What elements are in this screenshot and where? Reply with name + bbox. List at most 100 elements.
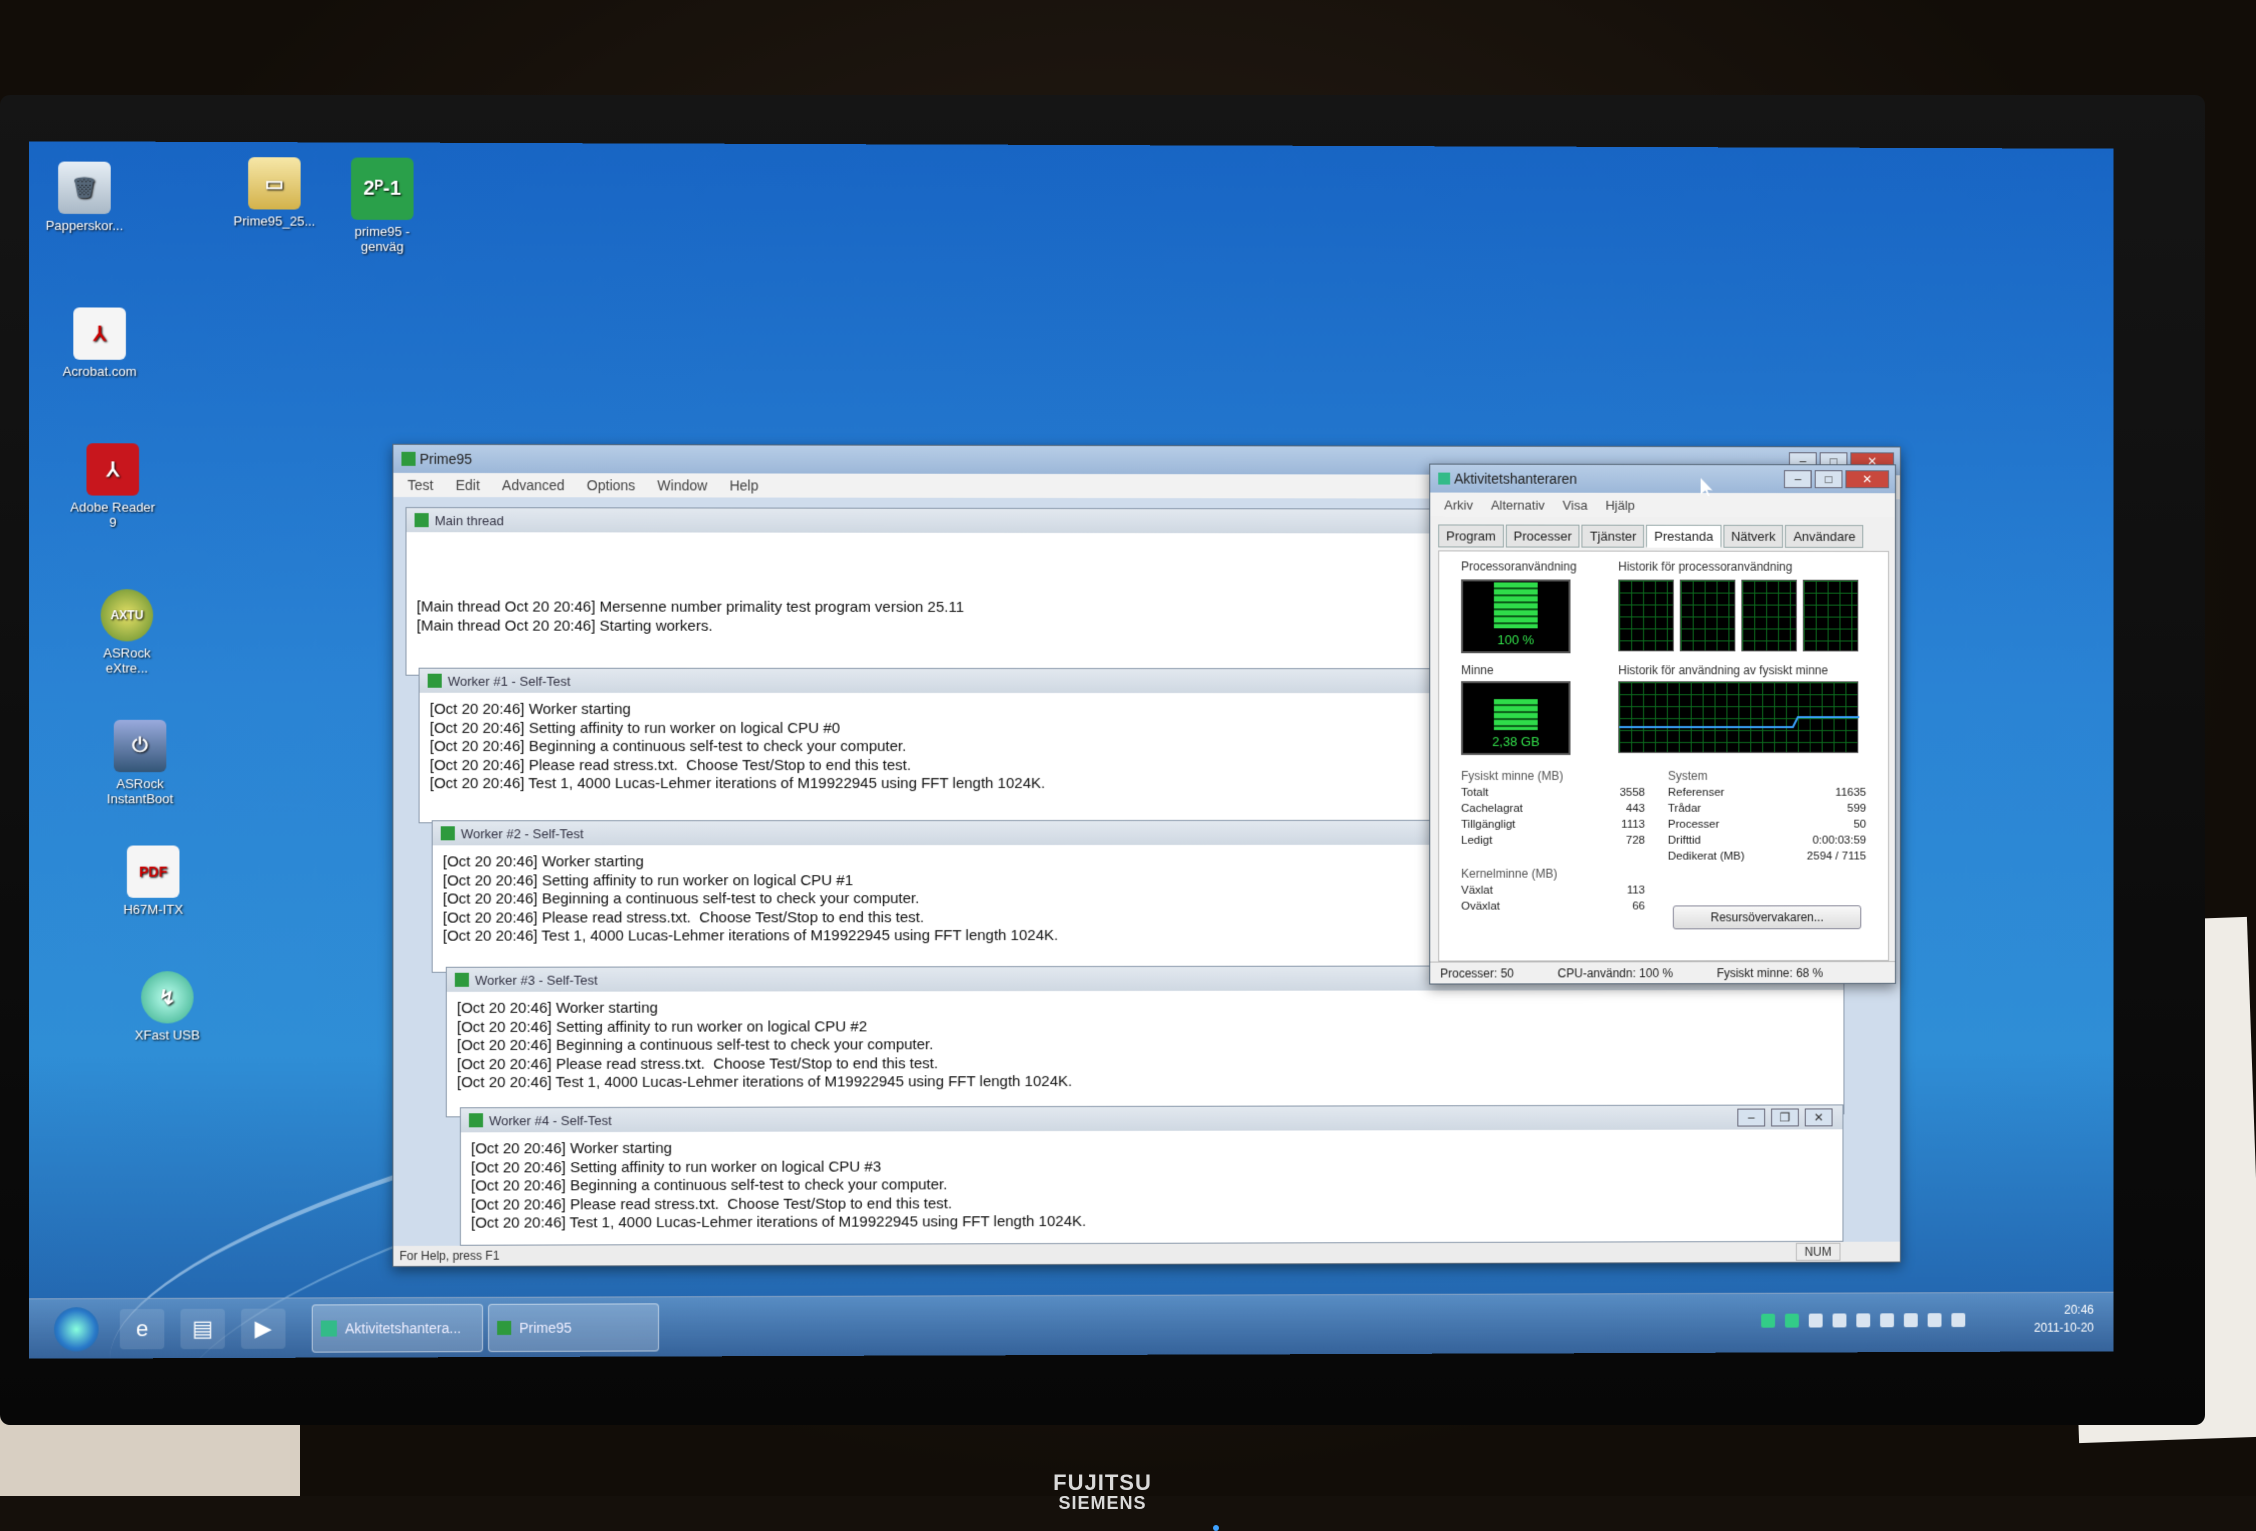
system-row: Trådar 599 — [1667, 802, 1867, 815]
asrock-extreme-icon[interactable]: AXTU ASRock eXtre... — [71, 589, 182, 676]
tray-network-icon[interactable] — [1880, 1313, 1894, 1328]
prime95-app-icon — [401, 451, 416, 466]
clock[interactable]: 20:46 2011-10-20 — [2034, 1301, 2094, 1337]
cpu-gauge-value: 100 % — [1497, 632, 1535, 648]
worker-2-title: Worker #2 - Self-Test — [460, 825, 584, 841]
taskmgr-tabs: Program Processer Tjänster Prestanda Nät… — [1430, 516, 1895, 548]
xfast-usb-icon[interactable]: ↯ XFast USB — [112, 971, 223, 1043]
menu-visa[interactable]: Visa — [1563, 497, 1588, 512]
tray-display-icon[interactable] — [1927, 1313, 1942, 1328]
worker-4-icon — [468, 1113, 484, 1128]
worker-3-title: Worker #3 - Self-Test — [474, 972, 598, 988]
physical-memory-section: Fysiskt minne (MB) Totalt 3558 Cachelagra… — [1461, 769, 1645, 849]
system-row: Drifttid 0:00:03:59 — [1667, 834, 1867, 847]
internet-explorer-icon[interactable]: e — [119, 1308, 165, 1350]
menu-edit[interactable]: Edit — [456, 477, 480, 493]
phys-row: Tillgängligt 1113 — [1461, 818, 1646, 831]
menu-advanced[interactable]: Advanced — [502, 477, 565, 493]
start-button-icon[interactable] — [54, 1307, 99, 1352]
worker-1-title: Worker #1 - Self-Test — [447, 673, 571, 689]
worker-4-window[interactable]: Worker #4 - Self-Test – ❐ ✕ [Oct 20 20:4… — [459, 1104, 1844, 1246]
menu-hjalp[interactable]: Hjälp — [1605, 497, 1634, 512]
memory-history-graph — [1618, 681, 1858, 753]
menu-arkiv[interactable]: Arkiv — [1444, 497, 1473, 512]
status-cpu: CPU-användn: 100 % — [1557, 966, 1673, 981]
tab-natverk[interactable]: Nätverk — [1723, 524, 1784, 548]
monitor-logo: FUJITSU SIEMENS — [1053, 1470, 1152, 1514]
worker-2-icon — [440, 826, 455, 841]
tray-taskmgr-icon[interactable] — [1784, 1313, 1799, 1328]
main-thread-title: Main thread — [434, 512, 504, 528]
resource-monitor-button[interactable]: Resursövervakaren... — [1672, 905, 1862, 930]
cpu-history-core-3 — [1741, 579, 1797, 652]
folder-icon[interactable]: ▭ Prime95_25... — [219, 157, 330, 229]
tab-prestanda[interactable]: Prestanda — [1646, 524, 1722, 548]
taskmgr-close-icon[interactable]: ✕ — [1845, 470, 1890, 489]
kernel-row: Växlat 113 — [1461, 884, 1646, 897]
taskbar-item-taskmgr[interactable]: Aktivitetshantera... — [311, 1303, 484, 1353]
menu-window[interactable]: Window — [657, 477, 707, 493]
worker-4-minimize-icon[interactable]: – — [1737, 1108, 1766, 1127]
cpu-history-core-4 — [1802, 579, 1859, 652]
tray-app-icon[interactable] — [1808, 1313, 1823, 1328]
memory-history-label: Historik för användning av fysiskt minne — [1618, 663, 1829, 678]
menu-options[interactable]: Options — [587, 477, 636, 493]
system-row: Referenser 11635 — [1667, 786, 1867, 799]
taskbar-item-prime95[interactable]: Prime95 — [488, 1303, 660, 1353]
main-thread-icon — [414, 513, 429, 528]
main-thread-window[interactable]: Main thread [Main thread Oct 20 20:46] M… — [405, 507, 1458, 677]
worker-2-log: [Oct 20 20:46] Worker starting [Oct 20 20… — [442, 853, 1059, 945]
menu-alternativ[interactable]: Alternativ — [1491, 497, 1545, 512]
status-memory: Fysiskt minne: 68 % — [1716, 966, 1824, 981]
status-processes: Processer: 50 — [1440, 966, 1514, 981]
kernel-row: Oväxlat 66 — [1461, 900, 1646, 913]
tab-processer[interactable]: Processer — [1505, 524, 1580, 548]
taskmgr-minimize-icon[interactable]: – — [1783, 470, 1812, 489]
worker-2-window[interactable]: Worker #2 - Self-Test [Oct 20 20:46] Wor… — [431, 819, 1464, 973]
worker-3-icon — [454, 972, 469, 987]
tray-app-icon[interactable] — [1856, 1313, 1871, 1328]
explorer-folder-icon[interactable]: ▤ — [180, 1308, 225, 1350]
tray-app-icon[interactable] — [1832, 1313, 1847, 1328]
cpu-gauge: 100 % — [1461, 579, 1571, 654]
worker-4-title: Worker #4 - Self-Test — [489, 1112, 612, 1128]
recycle-bin-icon[interactable]: 🗑 Papperskor... — [29, 161, 140, 233]
physical-memory-heading: Fysiskt minne (MB) — [1461, 768, 1564, 783]
worker-4-close-icon[interactable]: ✕ — [1804, 1108, 1833, 1127]
worker-4-log: [Oct 20 20:46] Worker starting [Oct 20 20… — [470, 1139, 1087, 1232]
clock-time: 20:46 — [2064, 1302, 2094, 1317]
phys-row: Ledigt 728 — [1461, 834, 1646, 847]
adobe-reader-icon[interactable]: ⅄ Adobe Reader 9 — [57, 443, 168, 530]
prime95-statusbar: For Help, press F1 NUM — [393, 1241, 1900, 1267]
acrobat-com-icon[interactable]: ⅄ Acrobat.com — [44, 307, 155, 379]
pdf-file-icon[interactable]: PDF H67M-ITX — [98, 845, 209, 917]
prime95-shortcut-icon[interactable]: 2ᴾ-1 prime95 - genväg — [327, 157, 438, 254]
tab-program[interactable]: Program — [1438, 524, 1504, 548]
menu-help[interactable]: Help — [729, 477, 758, 493]
taskmgr-window[interactable]: Aktivitetshanteraren – □ ✕ Arkiv Alterna… — [1429, 463, 1896, 985]
asrock-instantboot-icon[interactable]: ⏻ ASRock InstantBoot — [84, 719, 195, 806]
kernel-memory-heading: Kernelminne (MB) — [1461, 866, 1558, 881]
tray-flag-icon[interactable] — [1903, 1313, 1918, 1328]
performance-panel: Processoranvändning 100 % Historik för p… — [1438, 550, 1890, 962]
system-tray — [1761, 1313, 1966, 1328]
prime95-title: Prime95 — [419, 450, 472, 468]
kernel-memory-section: Kernelminne (MB) Växlat 113 Oväxlat 66 — [1461, 867, 1645, 915]
worker-1-window[interactable]: Worker #1 - Self-Test [Oct 20 20:46] Wor… — [418, 667, 1461, 824]
taskmgr-maximize-icon[interactable]: □ — [1814, 470, 1843, 489]
tab-anvandare[interactable]: Användare — [1785, 524, 1864, 548]
tray-prime95-icon[interactable] — [1761, 1313, 1776, 1328]
tab-tjanster[interactable]: Tjänster — [1581, 524, 1645, 548]
worker-4-restore-icon[interactable]: ❐ — [1771, 1108, 1799, 1127]
cpu-history-label: Historik för processoranvändning — [1618, 559, 1793, 574]
system-row: Processer 50 — [1667, 818, 1867, 831]
taskmgr-titlebar[interactable]: Aktivitetshanteraren – □ ✕ — [1430, 464, 1895, 494]
worker-3-window[interactable]: Worker #3 - Self-Test [Oct 20 20:46] Wor… — [445, 965, 1845, 1118]
tray-volume-icon[interactable] — [1951, 1313, 1966, 1328]
menu-test[interactable]: Test — [407, 477, 433, 493]
worker-1-icon — [427, 673, 442, 688]
system-row: Dedikerat (MB) 2594 / 7115 — [1667, 850, 1867, 863]
media-player-icon[interactable]: ▶ — [241, 1308, 286, 1349]
power-led — [1213, 1525, 1219, 1531]
worker-1-log: [Oct 20 20:46] Worker starting [Oct 20 20… — [429, 700, 1046, 793]
